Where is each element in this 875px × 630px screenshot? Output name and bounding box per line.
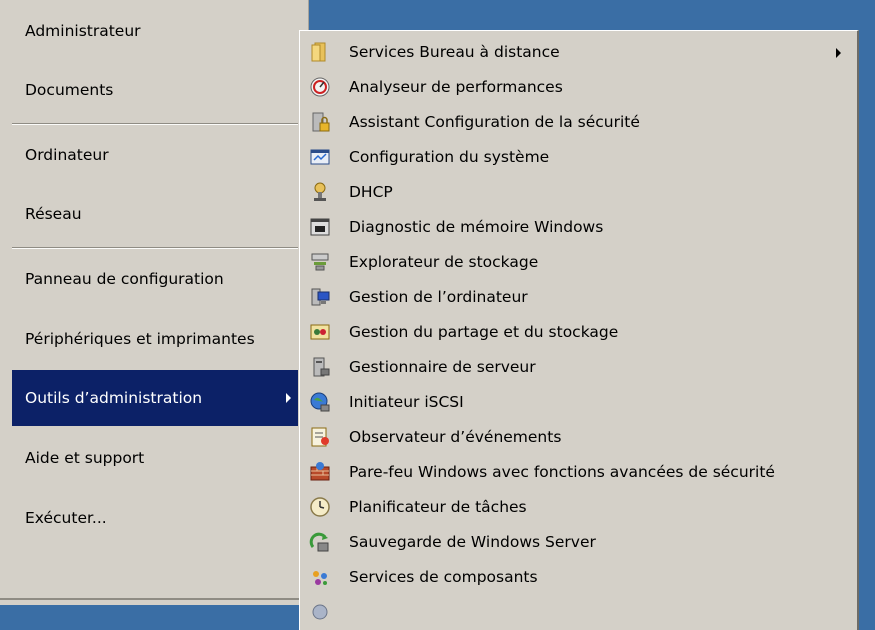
submenu-item-assistant-configuration-securite[interactable]: Assistant Configuration de la sécurité [300,105,854,140]
menu-item-ordinateur[interactable]: Ordinateur [12,127,298,183]
gear-icon [312,604,328,620]
submenu-item-planificateur-taches[interactable]: Planificateur de tâches [300,490,854,525]
submenu-item-dhcp[interactable]: DHCP [300,175,854,210]
menu-item-outils-administration[interactable]: Outils d’administration [12,370,298,426]
iscsi-icon [310,392,330,412]
submenu-item-label: Gestion du partage et du stockage [349,323,619,341]
system-config-icon [310,149,330,165]
submenu-item-gestion-partage-stockage[interactable]: Gestion du partage et du stockage [300,315,854,350]
menu-separator [12,247,298,249]
menu-item-label: Outils d’administration [25,389,203,407]
submenu-item-initiateur-iscsi[interactable]: Initiateur iSCSI [300,385,854,420]
share-storage-icon [310,324,330,340]
component-services-icon [313,571,327,585]
menu-item-peripheriques-imprimantes[interactable]: Périphériques et imprimantes [12,311,298,367]
submenu-item-label: Gestion de l’ordinateur [349,288,528,306]
submenu-item-label: Configuration du système [349,148,550,166]
submenu-item-label: Planificateur de tâches [349,498,527,516]
firewall-icon [310,462,330,481]
menu-item-documents[interactable]: Documents [12,62,298,118]
performance-monitor-icon [310,77,330,97]
menu-item-aide-support[interactable]: Aide et support [12,430,298,486]
submenu-item-label: Sauvegarde de Windows Server [349,533,596,551]
submenu-item-gestionnaire-serveur[interactable]: Gestionnaire de serveur [300,350,854,385]
menu-item-reseau[interactable]: Réseau [12,186,298,242]
submenu-item-label: Services Bureau à distance [349,43,560,61]
menu-item-executer[interactable]: Exécuter... [12,490,298,546]
computer-management-icon [311,288,330,306]
submenu-item-label: Initiateur iSCSI [349,393,464,411]
submenu-item-diagnostic-memoire[interactable]: Diagnostic de mémoire Windows [300,210,854,245]
submenu-item-label: Analyseur de performances [349,78,563,96]
dhcp-icon [314,182,326,201]
submenu-item-label: Assistant Configuration de la sécurité [349,113,640,131]
storage-explorer-icon [311,253,329,271]
server-manager-icon [313,357,330,377]
submenu-item-gestion-ordinateur[interactable]: Gestion de l’ordinateur [300,280,854,315]
submenu-item-label: Explorateur de stockage [349,253,539,271]
event-viewer-icon [311,427,329,447]
submenu-arrow-icon [836,48,841,58]
security-wizard-icon [312,112,330,132]
submenu-item-partial[interactable] [300,595,854,630]
submenu-item-pare-feu[interactable]: Pare-feu Windows avec fonctions avancées… [300,455,854,490]
submenu-arrow-icon [286,393,291,403]
submenu-item-configuration-systeme[interactable]: Configuration du système [300,140,854,175]
submenu-item-label: DHCP [349,183,393,201]
menu-item-administrateur[interactable]: Administrateur [12,3,298,59]
submenu-item-analyseur-performances[interactable]: Analyseur de performances [300,70,854,105]
submenu-item-label: Services de composants [349,568,538,586]
memory-diagnostic-icon [310,218,330,236]
menu-item-panneau-configuration[interactable]: Panneau de configuration [12,251,298,307]
backup-icon [309,532,329,552]
submenu-item-observateur-evenements[interactable]: Observateur d’événements [300,420,854,455]
menu-bottom-border [0,598,308,600]
submenu-item-label: Pare-feu Windows avec fonctions avancées… [349,463,775,481]
admin-tools-submenu: Services Bureau à distance Analyseur de … [299,30,859,630]
submenu-item-label: Gestionnaire de serveur [349,358,536,376]
submenu-item-sauvegarde-windows-server[interactable]: Sauvegarde de Windows Server [300,525,854,560]
menu-separator [12,123,298,125]
task-scheduler-icon [310,497,330,517]
folder-icon [311,42,326,62]
start-menu-right-column: Administrateur Documents Ordinateur Rése… [0,0,309,605]
submenu-item-label: Diagnostic de mémoire Windows [349,218,604,236]
submenu-item-label: Observateur d’événements [349,428,562,446]
submenu-item-services-bureau-distance[interactable]: Services Bureau à distance [300,35,854,70]
submenu-item-explorateur-stockage[interactable]: Explorateur de stockage [300,245,854,280]
submenu-item-services-composants[interactable]: Services de composants [300,560,854,595]
